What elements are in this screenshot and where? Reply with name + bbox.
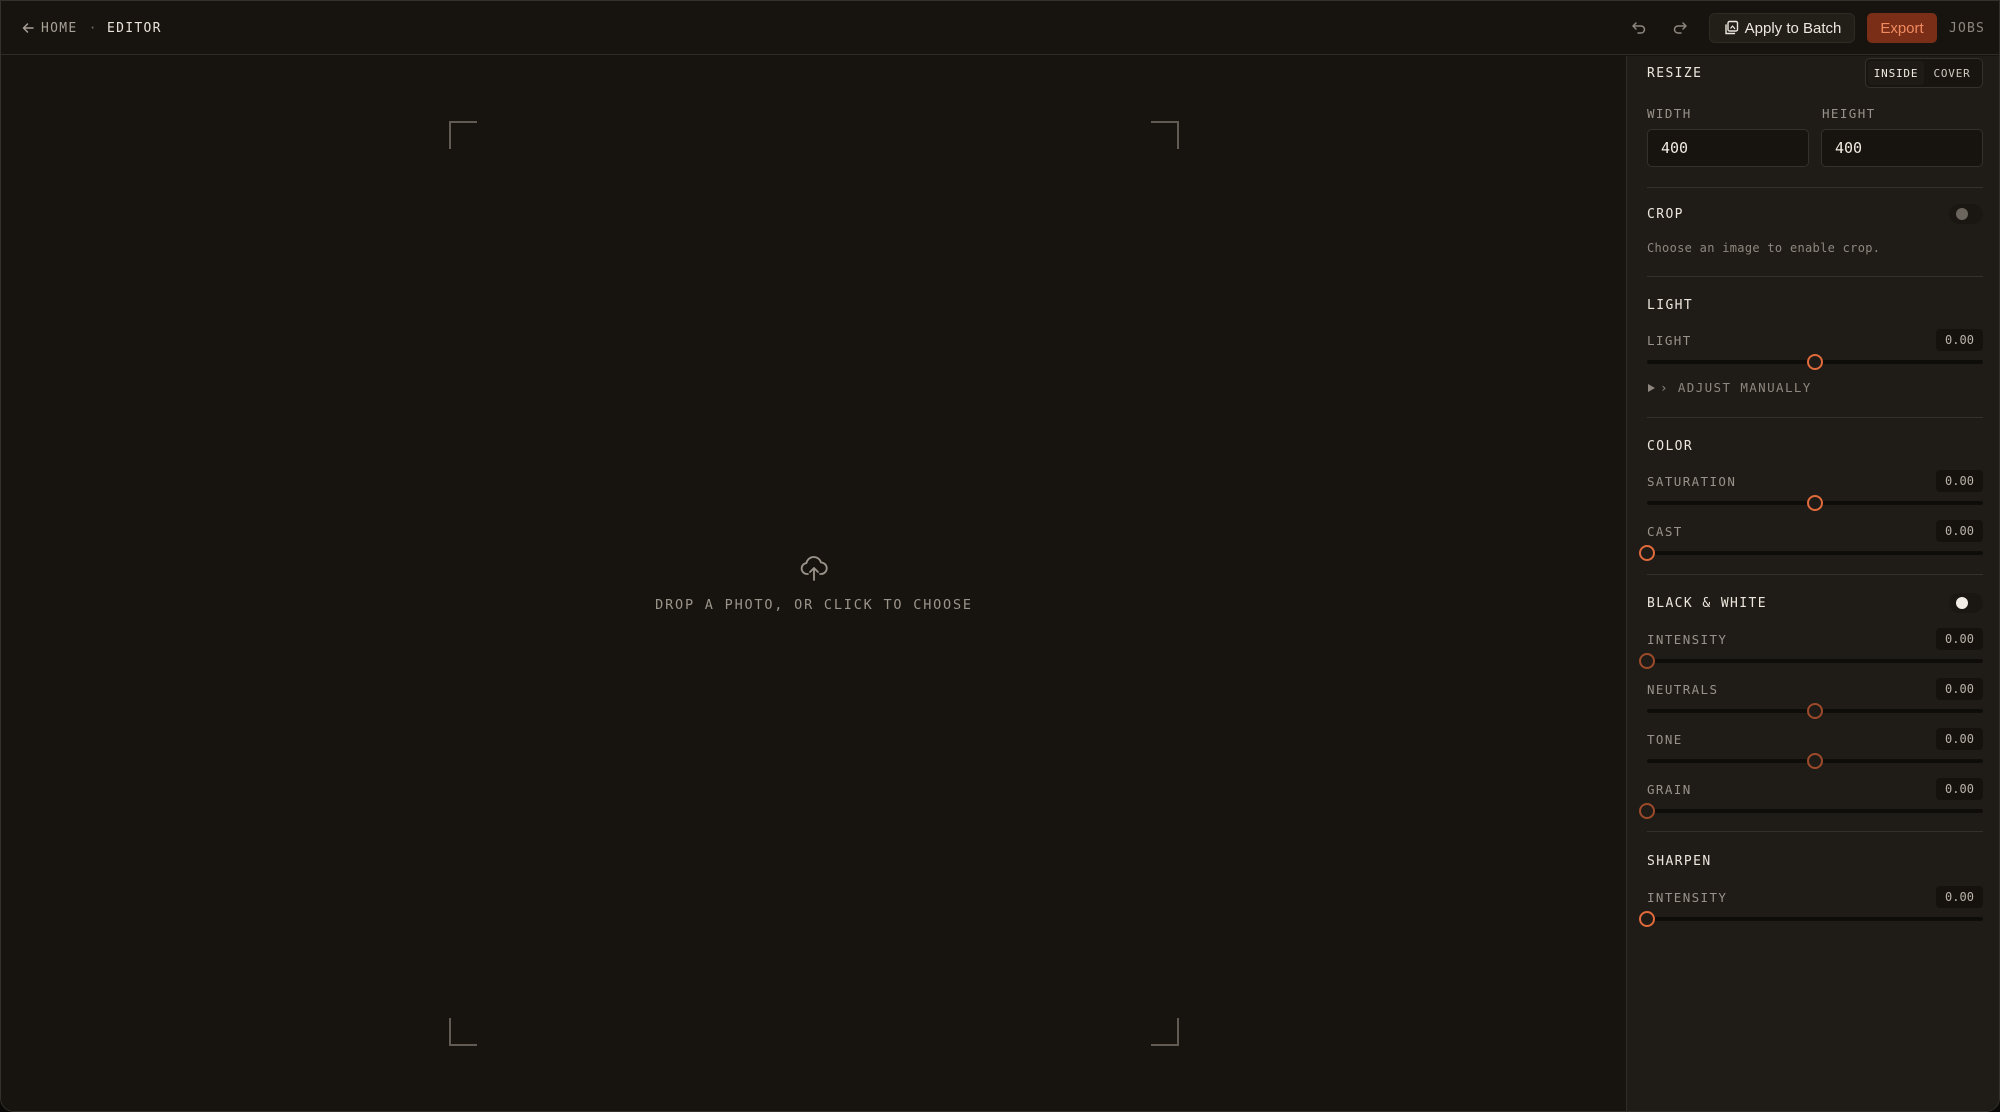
height-input[interactable] <box>1821 129 1983 167</box>
light-slider-label: LIGHT <box>1647 333 1692 348</box>
black-white-toggle-knob <box>1956 597 1968 609</box>
slider-thumb[interactable] <box>1639 545 1655 561</box>
editor-window: HOME · EDITOR Apply to Batch Export JOBS… <box>0 0 2000 1112</box>
grain-slider[interactable] <box>1639 803 1983 819</box>
apply-to-batch-button[interactable]: Apply to Batch <box>1709 13 1855 43</box>
cast-slider-label: CAST <box>1647 524 1683 539</box>
slider-thumb[interactable] <box>1639 653 1655 669</box>
canvas-area: DROP A PHOTO, OR CLICK TO CHOOSE <box>1 56 1626 1111</box>
slider-thumb[interactable] <box>1807 354 1823 370</box>
dropzone-corner-bottom-left <box>449 1018 477 1046</box>
dropzone-corner-top-right <box>1151 121 1179 149</box>
slider-thumb[interactable] <box>1807 495 1823 511</box>
apply-to-batch-label: Apply to Batch <box>1744 19 1842 37</box>
slider-thumb[interactable] <box>1807 703 1823 719</box>
saturation-slider-value[interactable]: 0.00 <box>1936 470 1983 492</box>
color-title: COLOR <box>1647 439 1694 454</box>
top-bar: HOME · EDITOR Apply to Batch Export JOBS <box>1 1 1999 55</box>
breadcrumb-current: EDITOR <box>107 20 162 36</box>
adjustments-panel: RESIZE INSIDE COVER WIDTH HEIGHT CROP Ch… <box>1626 56 1999 1111</box>
tone-slider[interactable] <box>1647 753 1983 769</box>
adjust-manually-toggle[interactable]: › ADJUST MANUALLY <box>1647 380 1812 395</box>
adjust-manually-label: › ADJUST MANUALLY <box>1660 380 1812 395</box>
sharpen-intensity-slider-label: INTENSITY <box>1647 890 1728 905</box>
crop-toggle[interactable] <box>1949 204 1983 224</box>
divider <box>1647 276 1983 277</box>
back-home-label: HOME <box>41 20 78 36</box>
sharpen-intensity-slider-value[interactable]: 0.00 <box>1936 886 1983 908</box>
sharpen-intensity-slider[interactable] <box>1639 911 1983 927</box>
dropzone-corner-top-left <box>449 121 477 149</box>
width-label: WIDTH <box>1647 106 1692 121</box>
black-white-toggle[interactable] <box>1949 593 1983 613</box>
redo-button[interactable] <box>1666 15 1694 41</box>
bw-intensity-slider-label: INTENSITY <box>1647 632 1728 647</box>
neutrals-slider-label: NEUTRALS <box>1647 682 1719 697</box>
width-input[interactable] <box>1647 129 1809 167</box>
resize-title: RESIZE <box>1647 66 1703 81</box>
light-slider[interactable] <box>1647 354 1983 370</box>
divider <box>1647 187 1983 188</box>
resize-mode-toggle: INSIDE COVER <box>1865 58 1983 88</box>
resize-mode-cover[interactable]: COVER <box>1924 61 1980 85</box>
crop-title: CROP <box>1647 207 1684 222</box>
dropzone-text: DROP A PHOTO, OR CLICK TO CHOOSE <box>655 597 973 613</box>
export-button[interactable]: Export <box>1867 13 1937 43</box>
light-slider-value[interactable]: 0.00 <box>1936 329 1983 351</box>
slider-thumb[interactable] <box>1639 911 1655 927</box>
grain-slider-value[interactable]: 0.00 <box>1936 778 1983 800</box>
grain-slider-label: GRAIN <box>1647 782 1692 797</box>
divider <box>1647 831 1983 832</box>
black-white-title: BLACK & WHITE <box>1647 596 1767 611</box>
resize-mode-inside[interactable]: INSIDE <box>1868 61 1924 85</box>
jobs-button[interactable]: JOBS <box>1947 13 1987 43</box>
slider-thumb[interactable] <box>1807 753 1823 769</box>
breadcrumb-separator: · <box>89 21 98 35</box>
crop-toggle-knob <box>1956 208 1968 220</box>
photo-dropzone[interactable]: DROP A PHOTO, OR CLICK TO CHOOSE <box>449 121 1179 1046</box>
undo-button[interactable] <box>1625 15 1653 41</box>
divider <box>1647 417 1983 418</box>
undo-icon <box>1632 22 1646 34</box>
slider-thumb[interactable] <box>1639 803 1655 819</box>
bw-intensity-slider[interactable] <box>1639 653 1983 669</box>
bw-intensity-slider-value[interactable]: 0.00 <box>1936 628 1983 650</box>
neutrals-slider-value[interactable]: 0.00 <box>1936 678 1983 700</box>
cast-slider-value[interactable]: 0.00 <box>1936 520 1983 542</box>
saturation-slider[interactable] <box>1647 495 1983 511</box>
dropzone-corner-bottom-right <box>1151 1018 1179 1046</box>
copy-layers-icon <box>1724 20 1738 35</box>
tone-slider-label: TONE <box>1647 732 1683 747</box>
saturation-slider-label: SATURATION <box>1647 474 1737 489</box>
back-home-link[interactable]: HOME <box>21 1 78 55</box>
neutrals-slider[interactable] <box>1647 703 1983 719</box>
light-title: LIGHT <box>1647 298 1694 313</box>
divider <box>1647 574 1983 575</box>
arrow-left-icon <box>22 23 34 33</box>
height-label: HEIGHT <box>1822 106 1876 121</box>
crop-hint: Choose an image to enable crop. <box>1647 241 1881 255</box>
sharpen-title: SHARPEN <box>1647 854 1712 869</box>
cloud-upload-icon <box>800 556 828 581</box>
tone-slider-value[interactable]: 0.00 <box>1936 728 1983 750</box>
caret-right-icon <box>1648 383 1655 392</box>
redo-icon <box>1673 22 1687 34</box>
cast-slider[interactable] <box>1639 545 1983 561</box>
